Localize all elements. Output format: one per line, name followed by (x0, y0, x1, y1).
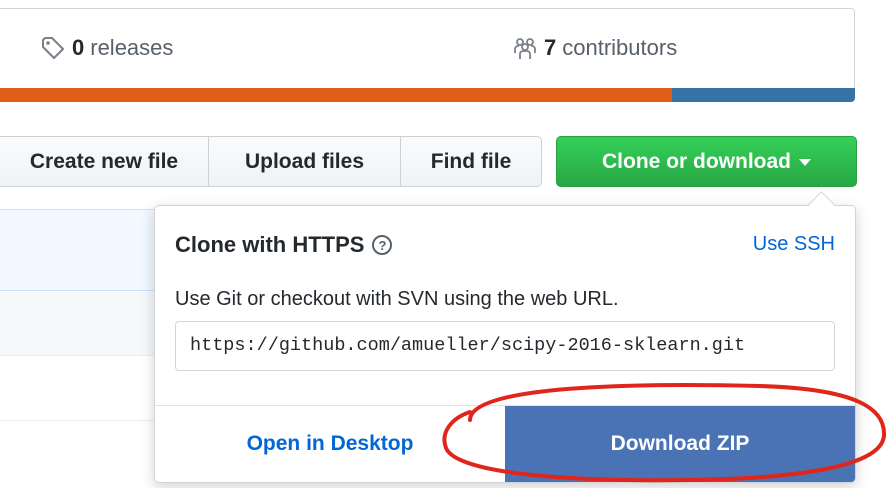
open-in-desktop-button[interactable]: Open in Desktop (155, 406, 505, 482)
clone-url-value: https://github.com/amueller/scipy-2016-s… (190, 335, 746, 356)
clone-or-download-button[interactable]: Clone or download (556, 136, 857, 187)
upload-files-button[interactable]: Upload files (208, 136, 401, 187)
clone-popup-title-text: Clone with HTTPS (175, 232, 365, 257)
clone-or-download-label: Clone or download (602, 149, 791, 173)
contributors-link[interactable]: 7 contributors (512, 35, 677, 61)
contributors-count: 7 (544, 35, 557, 60)
chevron-down-icon (799, 159, 811, 166)
question-icon[interactable]: ? (372, 235, 393, 255)
use-ssh-link[interactable]: Use SSH (753, 233, 835, 256)
find-file-button[interactable]: Find file (400, 136, 542, 187)
clone-popup-footer: Open in Desktop Download ZIP (155, 405, 855, 482)
contributors-label: contributors (562, 35, 678, 60)
organization-icon (512, 35, 538, 61)
file-list-row (0, 356, 160, 421)
clone-popup: Clone with HTTPS ? Use SSH Use Git or ch… (154, 205, 856, 483)
releases-count: 0 (72, 35, 85, 60)
commit-tease-row (0, 209, 160, 291)
repo-summary-bar: 0 releases 7 contributors (0, 8, 855, 88)
clone-description: Use Git or checkout with SVN using the w… (175, 288, 619, 310)
download-zip-button[interactable]: Download ZIP (505, 406, 855, 482)
clone-popup-title: Clone with HTTPS ? (175, 232, 393, 258)
tag-icon (40, 35, 66, 61)
releases-link[interactable]: 0 releases (40, 35, 173, 61)
language-segment[interactable] (0, 88, 673, 102)
file-list-row (0, 291, 160, 356)
language-bar[interactable] (0, 88, 855, 102)
language-segment[interactable] (672, 88, 855, 102)
create-new-file-button[interactable]: Create new file (0, 136, 209, 187)
releases-label: releases (90, 35, 174, 60)
clone-url-input[interactable]: https://github.com/amueller/scipy-2016-s… (175, 321, 835, 371)
